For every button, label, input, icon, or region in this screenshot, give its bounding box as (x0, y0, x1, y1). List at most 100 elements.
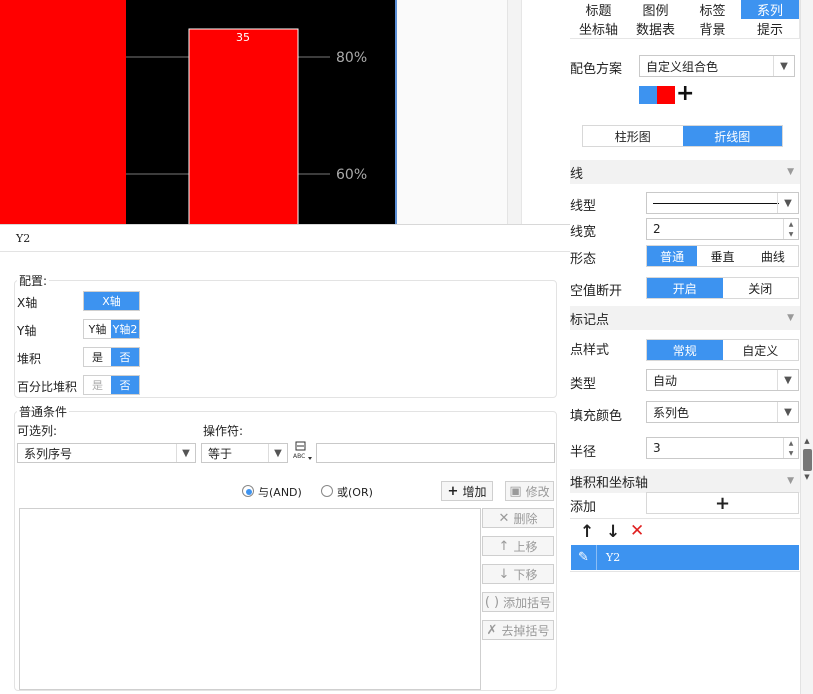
color-swatch-blue[interactable] (639, 86, 657, 104)
stack-list-item[interactable]: ✎ Y2 (571, 545, 799, 570)
stepper-icon[interactable]: ▲ ▼ (783, 219, 798, 239)
arrow-down-icon[interactable]: ↓ (606, 522, 620, 542)
scroll-down-icon[interactable]: ▼ (802, 473, 812, 483)
add-bracket-button[interactable]: ( ) 添加括号 (482, 592, 554, 612)
y-axis-option-1[interactable]: Y轴 (84, 320, 112, 338)
stack-toggle[interactable]: 是 否 (83, 347, 140, 367)
tab-legend[interactable]: 图例 (627, 0, 685, 20)
collapse-icon: ▼ (787, 313, 794, 323)
condition-value-input[interactable] (316, 443, 555, 463)
bar-chart-option[interactable]: 柱形图 (583, 126, 683, 146)
stepper-icon[interactable]: ▲ ▼ (783, 438, 798, 458)
add-bracket-label: 添加括号 (503, 595, 552, 610)
chart-type-toggle[interactable]: 柱形图 折线图 (582, 125, 783, 147)
line-type-select[interactable]: ▼ (646, 192, 799, 214)
modify-condition-label: 修改 (525, 484, 550, 499)
move-down-button[interactable]: ↓ 下移 (482, 564, 554, 584)
formula-picker-icon[interactable]: ABC (292, 440, 314, 462)
line-width-label: 线宽 (570, 225, 597, 240)
percent-stack-no[interactable]: 否 (111, 376, 139, 394)
stack-axis-section-header[interactable]: 堆积和坐标轴 ▼ (570, 469, 800, 493)
delete-button[interactable]: ✕ 删除 (482, 508, 554, 528)
null-break-toggle[interactable]: 开启 关闭 (646, 277, 799, 299)
optional-column-select[interactable]: 系列序号 ▼ (17, 443, 196, 463)
scroll-thumb[interactable] (803, 449, 812, 471)
y-axis-label: Y轴 (17, 324, 37, 338)
solid-line-icon (653, 202, 779, 204)
shape-normal[interactable]: 普通 (647, 246, 698, 266)
and-radio[interactable] (242, 485, 254, 497)
fill-color-select[interactable]: 系列色 ▼ (646, 401, 799, 423)
add-color-icon[interactable]: + (676, 83, 696, 105)
remove-bracket-button[interactable]: ✗ 去掉括号 (482, 620, 554, 640)
percent-stack-yes[interactable]: 是 (84, 376, 112, 394)
stack-label: 堆积 (17, 352, 42, 366)
pencil-icon[interactable]: ✎ (571, 545, 597, 570)
radius-input[interactable]: 3 ▲ ▼ (646, 437, 799, 459)
line-width-input[interactable]: 2 ▲ ▼ (646, 218, 799, 240)
optional-column-label: 可选列: (17, 424, 58, 438)
move-up-button[interactable]: ↑ 上移 (482, 536, 554, 556)
tab-background[interactable]: 背景 (684, 19, 742, 39)
tab-label[interactable]: 标签 (684, 0, 742, 20)
color-swatch-red[interactable] (657, 86, 675, 104)
point-style-toggle[interactable]: 常规 自定义 (646, 339, 799, 361)
line-section-header[interactable]: 线 ▼ (570, 160, 800, 184)
shape-toggle[interactable]: 普通 垂直 曲线 (646, 245, 799, 267)
y2-tick-label: 60% (336, 167, 367, 183)
bar-clipped (0, 0, 126, 224)
modify-condition-button[interactable]: ▣ 修改 (505, 481, 554, 501)
stack-no[interactable]: 否 (111, 348, 139, 366)
percent-stack-label: 百分比堆积 (17, 380, 78, 394)
add-label: 添加 (570, 500, 597, 515)
arrow-up-icon[interactable]: ↑ (580, 522, 594, 542)
move-up-label: 上移 (513, 539, 538, 554)
panel-scrollbar[interactable]: ▲ ▼ (800, 0, 813, 694)
chevron-down-icon: ▼ (777, 402, 798, 422)
percent-stack-toggle[interactable]: 是 否 (83, 375, 140, 395)
operator-label: 操作符: (203, 424, 244, 438)
marker-section-header[interactable]: 标记点 ▼ (570, 306, 800, 330)
add-stack-button[interactable]: + (646, 492, 799, 514)
y-axis-option-2[interactable]: Y轴2 (111, 320, 139, 338)
operator-select[interactable]: 等于 ▼ (201, 443, 288, 463)
marker-section-title: 标记点 (570, 312, 610, 328)
plus-icon: + (714, 492, 731, 514)
y-axis-selector[interactable]: Y轴 Y轴2 (83, 319, 140, 339)
chevron-down-icon: ▼ (777, 193, 798, 213)
point-style-custom[interactable]: 自定义 (722, 340, 798, 360)
shape-vertical[interactable]: 垂直 (697, 246, 748, 266)
add-condition-button[interactable]: + 增加 (441, 481, 493, 501)
or-label: 或(OR) (337, 486, 373, 499)
tab-title[interactable]: 标题 (570, 0, 628, 20)
stack-yes[interactable]: 是 (84, 348, 112, 366)
x-axis-option[interactable]: X轴 (84, 292, 139, 310)
shape-curve[interactable]: 曲线 (747, 246, 798, 266)
marker-type-select[interactable]: 自动 ▼ (646, 369, 799, 391)
chevron-down-icon: ▼ (777, 370, 798, 390)
color-scheme-select[interactable]: 自定义组合色 ▼ (639, 55, 795, 77)
null-break-off[interactable]: 关闭 (722, 278, 798, 298)
and-label: 与(AND) (258, 486, 302, 499)
list-toolbar: ↑ ↓ ✕ (570, 518, 800, 544)
tab-datasheet[interactable]: 数据表 (627, 19, 685, 39)
tab-tooltip[interactable]: 提示 (741, 19, 800, 39)
delete-icon[interactable]: ✕ (630, 521, 644, 541)
add-condition-label: 增加 (462, 484, 487, 499)
collapse-icon: ▼ (787, 476, 794, 486)
null-break-on[interactable]: 开启 (647, 278, 723, 298)
series-condition-dialog: Y2 配置: X轴 X轴 Y轴 Y轴 Y轴2 堆积 是 否 百分比堆积 是 否 … (0, 224, 570, 694)
scroll-up-icon[interactable]: ▲ (802, 437, 812, 447)
tab-series[interactable]: 系列 (741, 0, 800, 20)
condition-list[interactable] (19, 508, 481, 690)
x-axis-selector[interactable]: X轴 (83, 291, 140, 311)
point-style-normal[interactable]: 常规 (647, 340, 723, 360)
stack-axis-section-title: 堆积和坐标轴 (570, 475, 649, 491)
condition-group-title: 普通条件 (17, 403, 70, 420)
delete-icon: ✕ (498, 510, 510, 526)
tab-axis[interactable]: 坐标轴 (570, 19, 628, 39)
or-radio[interactable] (321, 485, 333, 497)
edit-icon: ▣ (509, 483, 522, 499)
null-break-label: 空值断开 (570, 284, 623, 299)
line-chart-option[interactable]: 折线图 (682, 126, 782, 146)
